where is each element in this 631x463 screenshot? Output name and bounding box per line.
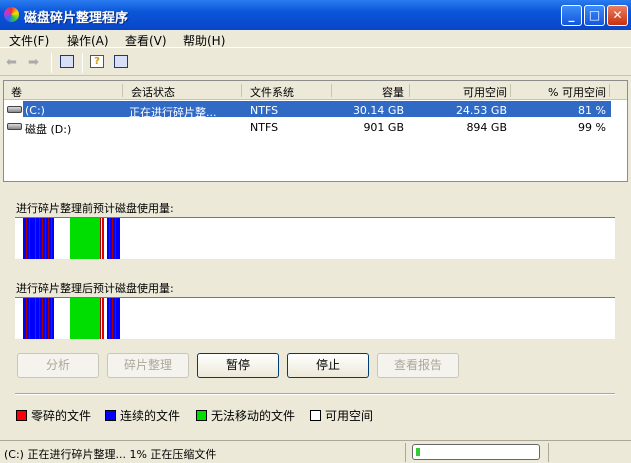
legend-unmovable: 无法移动的文件 <box>196 407 295 424</box>
window-title: 磁盘碎片整理程序 <box>24 11 129 26</box>
toolbar: ⬅ ➡ ? <box>0 49 631 76</box>
analyze-button[interactable]: 分析 <box>17 353 99 378</box>
stop-button[interactable]: 停止 <box>287 353 369 378</box>
title-bar: 磁盘碎片整理程序 _ □ ✕ <box>0 0 631 30</box>
capacity: 901 GB <box>363 121 404 134</box>
percent-free: 99 % <box>578 121 606 134</box>
show-hide-console-tree-icon[interactable] <box>60 55 74 68</box>
view-report-button[interactable]: 查看报告 <box>377 353 459 378</box>
show-hide-action-pane-icon[interactable] <box>114 55 128 68</box>
defragment-button[interactable]: 碎片整理 <box>107 353 189 378</box>
legend-free-space: 可用空间 <box>310 407 373 424</box>
table-row[interactable]: (C:) 正在进行碎片整... NTFS 30.14 GB 24.53 GB 8… <box>4 101 627 119</box>
percent-free: 81 % <box>578 104 606 117</box>
file-system: NTFS <box>250 104 279 117</box>
legend-swatch <box>16 410 27 421</box>
volume-list: 卷 会话状态 文件系统 容量 可用空间 % 可用空间 (C:) 正在进行碎片整.… <box>3 80 628 182</box>
map-cluster <box>102 218 104 259</box>
back-icon[interactable]: ⬅ <box>6 55 17 70</box>
status-bar: (C:) 正在进行碎片整理... 1% 正在压缩文件 <box>0 440 631 463</box>
menu-action[interactable]: 操作(A) <box>67 32 109 49</box>
menu-bar: 文件(F) 操作(A) 查看(V) 帮助(H) <box>0 30 631 48</box>
drive-icon <box>7 106 22 113</box>
volume-name: 磁盘 (D:) <box>25 123 72 136</box>
menu-view[interactable]: 查看(V) <box>125 32 167 49</box>
column-percent-free[interactable]: % 可用空间 <box>514 84 606 100</box>
help-icon[interactable]: ? <box>90 55 104 68</box>
map-cluster <box>52 218 54 259</box>
column-volume[interactable]: 卷 <box>11 84 22 100</box>
after-map-label: 进行碎片整理后预计磁盘使用量: <box>16 282 174 295</box>
forward-icon[interactable]: ➡ <box>28 55 39 70</box>
map-cluster <box>115 298 120 339</box>
map-cluster <box>52 298 54 339</box>
maximize-button[interactable]: □ <box>584 5 605 26</box>
before-defrag-map <box>15 217 615 259</box>
volume-name: (C:) <box>25 104 45 117</box>
toolbar-separator <box>51 53 52 73</box>
status-text: (C:) 正在进行碎片整理... 1% 正在压缩文件 <box>4 448 217 461</box>
menu-file[interactable]: 文件(F) <box>9 32 49 49</box>
map-cluster <box>69 218 100 259</box>
map-cluster <box>102 298 104 339</box>
legend-fragmented: 零碎的文件 <box>16 407 91 424</box>
close-button[interactable]: ✕ <box>607 5 628 26</box>
list-header: 卷 会话状态 文件系统 容量 可用空间 % 可用空间 <box>4 81 627 100</box>
legend-swatch <box>196 410 207 421</box>
minimize-button[interactable]: _ <box>561 5 582 26</box>
menu-help[interactable]: 帮助(H) <box>183 32 225 49</box>
pause-button[interactable]: 暂停 <box>197 353 279 378</box>
legend-contiguous: 连续的文件 <box>105 407 180 424</box>
map-cluster <box>115 218 120 259</box>
after-defrag-map <box>15 297 615 339</box>
progress-bar <box>412 444 540 460</box>
table-row[interactable]: 磁盘 (D:) NTFS 901 GB 894 GB 99 % <box>4 118 627 136</box>
free-space: 24.53 GB <box>455 104 507 117</box>
capacity: 30.14 GB <box>352 104 404 117</box>
legend-swatch <box>105 410 116 421</box>
column-capacity[interactable]: 容量 <box>334 84 404 100</box>
free-space: 894 GB <box>466 121 507 134</box>
column-session-status[interactable]: 会话状态 <box>131 84 175 100</box>
toolbar-separator <box>82 53 83 73</box>
before-map-label: 进行碎片整理前预计磁盘使用量: <box>16 202 174 215</box>
map-cluster <box>69 298 100 339</box>
legend-swatch <box>310 410 321 421</box>
file-system: NTFS <box>250 121 279 134</box>
drive-icon <box>7 123 22 130</box>
divider <box>15 393 615 395</box>
column-file-system[interactable]: 文件系统 <box>250 84 294 100</box>
column-free-space[interactable]: 可用空间 <box>414 84 507 100</box>
app-icon <box>4 7 19 22</box>
